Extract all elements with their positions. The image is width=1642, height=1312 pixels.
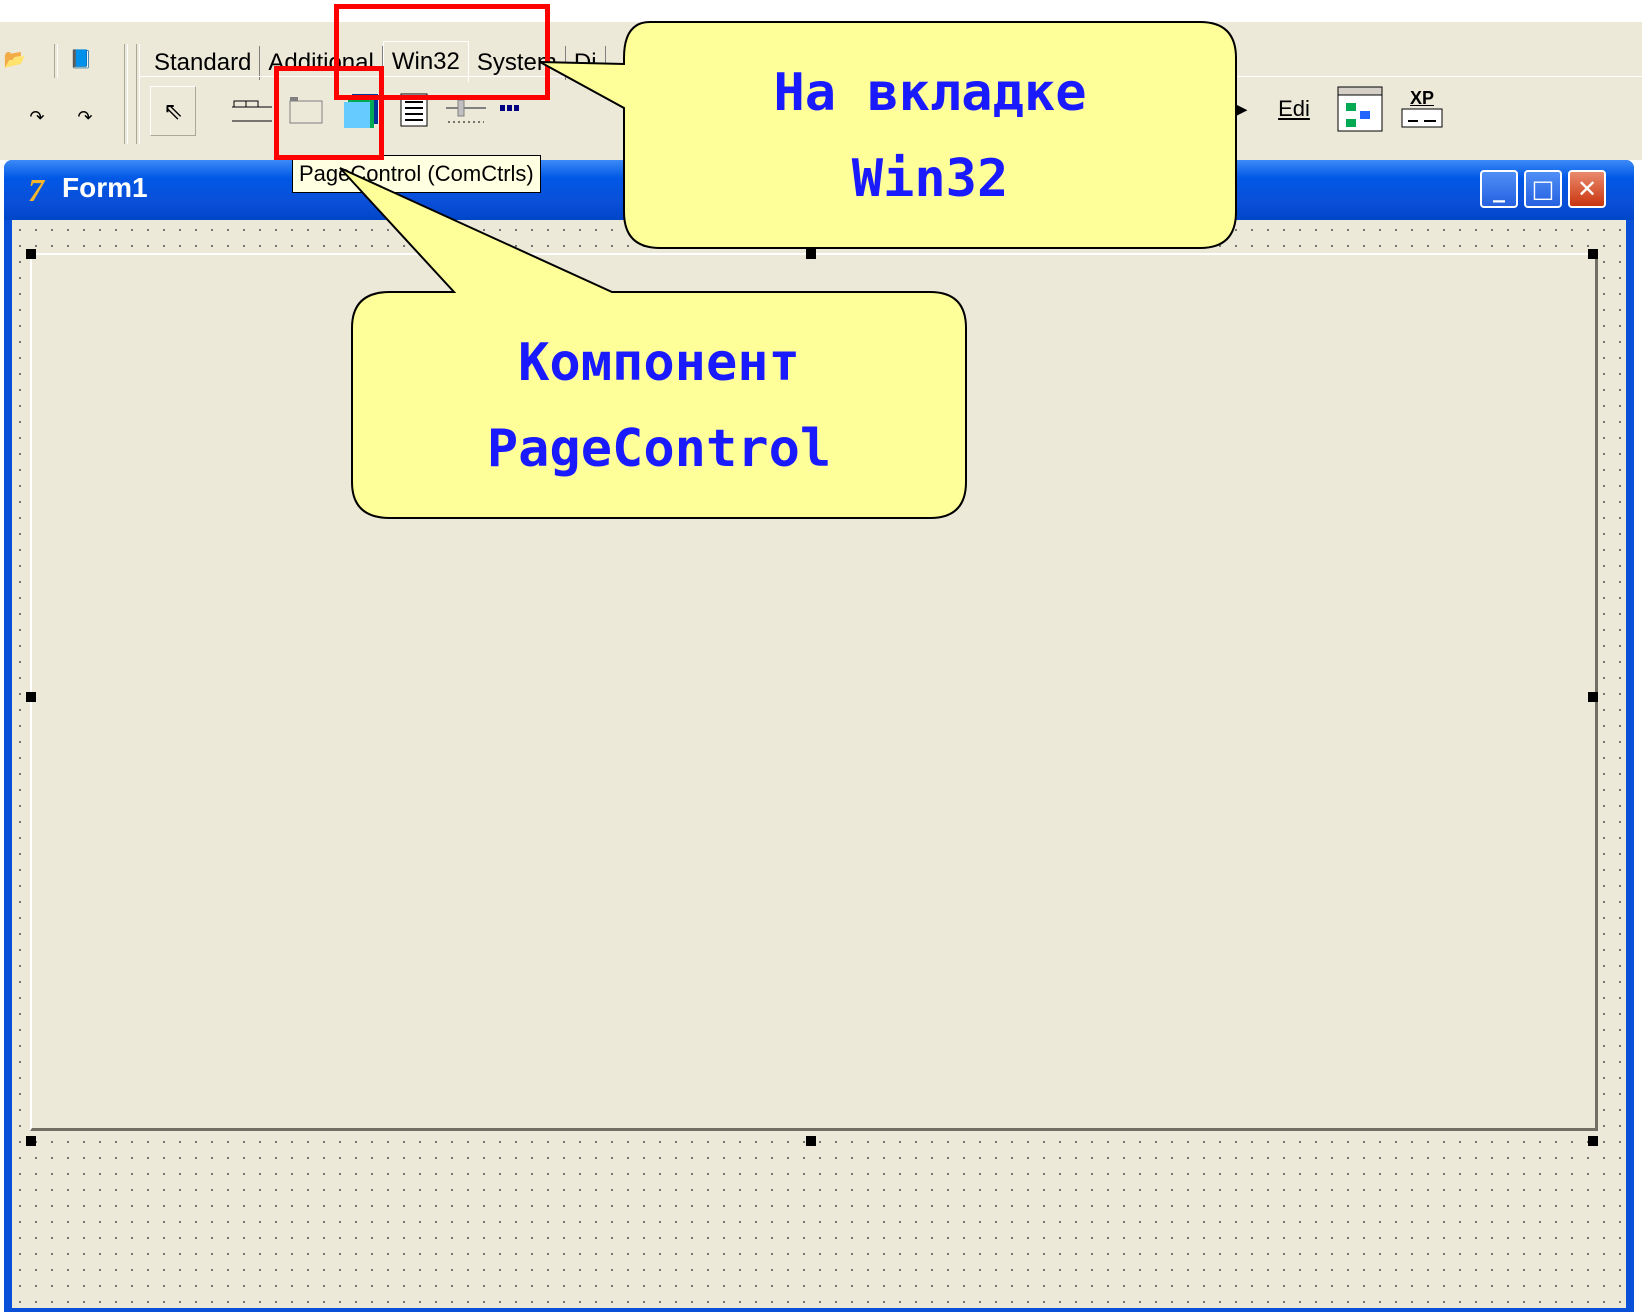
callout-win32-line1: На вкладке	[773, 63, 1087, 123]
callout-win32-line2: Win32	[851, 149, 1009, 209]
callout-pagecontrol-line2: PageControl	[486, 419, 832, 479]
callout-win32-text: На вкладке Win32	[624, 50, 1236, 222]
callout-pagecontrol-text: Компонент PageControl	[352, 320, 966, 492]
callout-pagecontrol-line1: Компонент	[518, 333, 800, 393]
